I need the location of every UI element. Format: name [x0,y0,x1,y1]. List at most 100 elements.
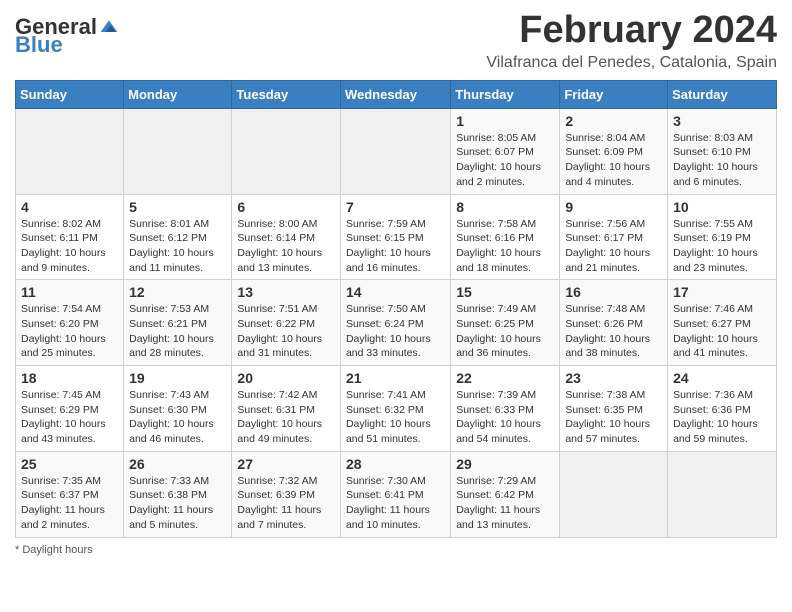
day-info-line: Sunrise: 7:36 AM [673,388,771,403]
day-info-line: Sunset: 6:12 PM [129,231,226,246]
day-info-line: and 57 minutes. [565,432,662,447]
day-info-line: Sunset: 6:41 PM [346,488,445,503]
day-info-line: Sunrise: 7:55 AM [673,217,771,232]
footer-note: * Daylight hours [15,544,777,556]
day-info-line: and 6 minutes. [673,175,771,190]
calendar-cell: 1Sunrise: 8:05 AMSunset: 6:07 PMDaylight… [451,108,560,194]
day-info-line: and 21 minutes. [565,261,662,276]
day-info-line: Sunset: 6:07 PM [456,145,554,160]
day-info-line: Sunrise: 8:03 AM [673,131,771,146]
day-info-line: Sunrise: 7:48 AM [565,302,662,317]
day-number: 18 [21,370,118,386]
day-info-line: and 9 minutes. [21,261,118,276]
logo: General Blue [15,10,119,58]
day-number: 5 [129,199,226,215]
day-info-line: Sunrise: 7:42 AM [237,388,335,403]
day-info-line: Sunset: 6:15 PM [346,231,445,246]
day-info-line: and 25 minutes. [21,346,118,361]
calendar-cell: 8Sunrise: 7:58 AMSunset: 6:16 PMDaylight… [451,194,560,280]
calendar-cell: 3Sunrise: 8:03 AMSunset: 6:10 PMDaylight… [668,108,777,194]
day-info-line: Sunset: 6:17 PM [565,231,662,246]
day-number: 13 [237,284,335,300]
day-info-line: Sunrise: 7:54 AM [21,302,118,317]
calendar-cell [560,451,668,537]
calendar-week-row: 18Sunrise: 7:45 AMSunset: 6:29 PMDayligh… [16,366,777,452]
day-info-line: and 31 minutes. [237,346,335,361]
calendar-cell [124,108,232,194]
day-info-line: Sunset: 6:27 PM [673,317,771,332]
day-info-line: Daylight: 11 hours [456,503,554,518]
day-info-line: Sunset: 6:21 PM [129,317,226,332]
day-info-line: and 46 minutes. [129,432,226,447]
day-info-line: Sunrise: 7:38 AM [565,388,662,403]
day-info-line: Sunset: 6:16 PM [456,231,554,246]
day-info-line: Sunrise: 7:56 AM [565,217,662,232]
day-info-line: Sunrise: 7:39 AM [456,388,554,403]
weekday-header: Tuesday [232,80,341,108]
day-number: 2 [565,113,662,129]
day-info-line: and 54 minutes. [456,432,554,447]
weekday-header: Monday [124,80,232,108]
day-info-line: Daylight: 10 hours [673,160,771,175]
day-info-line: Sunset: 6:31 PM [237,403,335,418]
calendar-week-row: 11Sunrise: 7:54 AMSunset: 6:20 PMDayligh… [16,280,777,366]
day-info-line: Sunrise: 8:04 AM [565,131,662,146]
day-info-line: Sunrise: 7:33 AM [129,474,226,489]
day-number: 17 [673,284,771,300]
day-number: 11 [21,284,118,300]
day-info-line: and 4 minutes. [565,175,662,190]
day-info-line: Daylight: 10 hours [346,332,445,347]
calendar-cell: 29Sunrise: 7:29 AMSunset: 6:42 PMDayligh… [451,451,560,537]
day-info-line: Sunset: 6:42 PM [456,488,554,503]
day-info-line: Daylight: 10 hours [673,417,771,432]
day-info-line: Daylight: 11 hours [21,503,118,518]
day-info-line: Daylight: 10 hours [565,160,662,175]
calendar-cell: 15Sunrise: 7:49 AMSunset: 6:25 PMDayligh… [451,280,560,366]
day-info-line: Sunset: 6:24 PM [346,317,445,332]
calendar-cell [340,108,450,194]
day-info-line: Sunrise: 7:59 AM [346,217,445,232]
day-info-line: Sunrise: 7:29 AM [456,474,554,489]
calendar-cell: 12Sunrise: 7:53 AMSunset: 6:21 PMDayligh… [124,280,232,366]
weekday-header: Sunday [16,80,124,108]
day-number: 9 [565,199,662,215]
day-info-line: Daylight: 11 hours [237,503,335,518]
day-info-line: Sunrise: 7:51 AM [237,302,335,317]
day-info-line: Daylight: 10 hours [237,332,335,347]
day-number: 4 [21,199,118,215]
weekday-header: Friday [560,80,668,108]
day-info-line: Sunrise: 8:05 AM [456,131,554,146]
day-info-line: Sunset: 6:25 PM [456,317,554,332]
day-number: 8 [456,199,554,215]
calendar-cell: 16Sunrise: 7:48 AMSunset: 6:26 PMDayligh… [560,280,668,366]
calendar-cell: 18 Sunrise: 7:45 AMSunset: 6:29 PMDayligh… [16,366,124,452]
calendar-cell: 17Sunrise: 7:46 AMSunset: 6:27 PMDayligh… [668,280,777,366]
day-info-line: Sunrise: 7:41 AM [346,388,445,403]
calendar-cell: 5Sunrise: 8:01 AMSunset: 6:12 PMDaylight… [124,194,232,280]
day-info-line: Sunrise: 7:45 AM [21,388,118,403]
calendar-cell: 23Sunrise: 7:38 AMSunset: 6:35 PMDayligh… [560,366,668,452]
day-info-line: Sunrise: 7:53 AM [129,302,226,317]
day-info-line: Daylight: 11 hours [129,503,226,518]
day-info-line: and 38 minutes. [565,346,662,361]
day-info-line: Daylight: 11 hours [346,503,445,518]
day-info-line: Daylight: 10 hours [673,332,771,347]
calendar-week-row: 4Sunrise: 8:02 AMSunset: 6:11 PMDaylight… [16,194,777,280]
calendar-cell: 21Sunrise: 7:41 AMSunset: 6:32 PMDayligh… [340,366,450,452]
day-info-line: Sunrise: 7:30 AM [346,474,445,489]
subtitle: Vilafranca del Penedes, Catalonia, Spain [486,54,777,72]
day-info-line: Daylight: 10 hours [456,332,554,347]
day-info-line: Daylight: 10 hours [565,246,662,261]
day-number: 10 [673,199,771,215]
day-number: 14 [346,284,445,300]
day-info-line: Daylight: 10 hours [237,246,335,261]
day-info-line: Sunset: 6:36 PM [673,403,771,418]
day-info-line: Sunset: 6:29 PM [21,403,118,418]
day-number: 25 [21,456,118,472]
day-info-line: Daylight: 10 hours [21,417,118,432]
day-number: 3 [673,113,771,129]
calendar-cell: 28Sunrise: 7:30 AMSunset: 6:41 PMDayligh… [340,451,450,537]
day-info-line: Daylight: 10 hours [346,246,445,261]
day-info-line: Sunset: 6:19 PM [673,231,771,246]
day-number: 19 [129,370,226,386]
